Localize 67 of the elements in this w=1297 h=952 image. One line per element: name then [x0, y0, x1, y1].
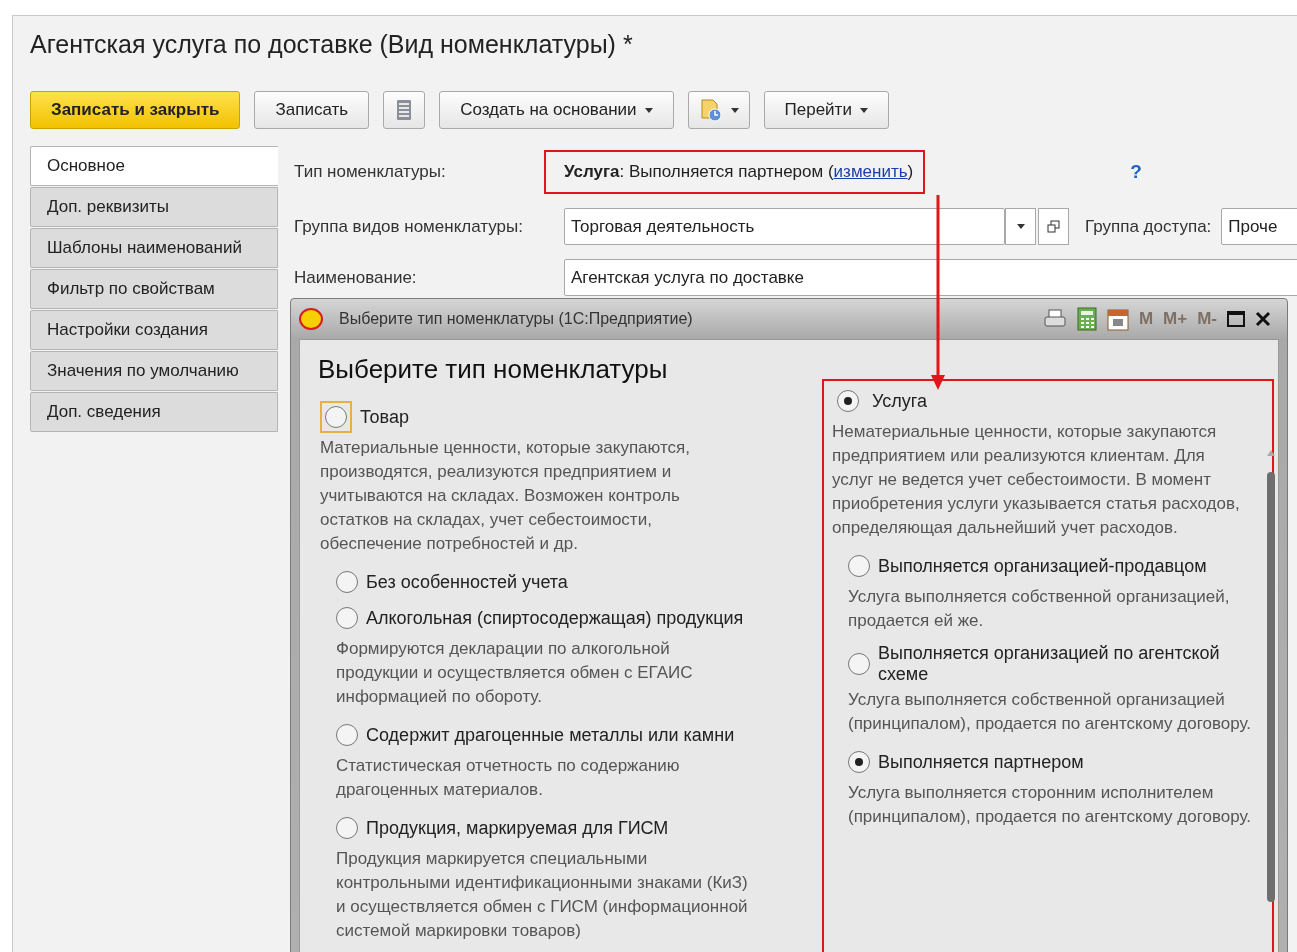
group-field[interactable]: Торговая деятельность	[564, 208, 1005, 245]
save-close-button[interactable]: Записать и закрыть	[30, 91, 241, 129]
open-window-icon	[1047, 220, 1060, 233]
radio-option[interactable]: Услуга	[832, 385, 1264, 417]
field-label: Группа видов номенклатуры:	[294, 216, 524, 237]
radio-button[interactable]	[848, 653, 870, 675]
option-description: Нематериальные ценности, которые закупаются предприятием или реализуются клиентам. Для услуг не ведется учет себестоимости. В момент приобретения услуги указывается статья расходов, определяющая дальнейший учет расходов.	[832, 421, 1241, 539]
maximize-icon[interactable]	[1227, 311, 1245, 327]
radio-button[interactable]	[336, 571, 358, 593]
radio-option[interactable]: Выполняется организацией-продавцом	[848, 550, 1264, 582]
item-type-value: Услуга: Выполняется партнером (изменить)	[544, 150, 926, 194]
access-group-field[interactable]: Проче	[1221, 208, 1297, 245]
caret-icon	[859, 107, 868, 113]
radio-option[interactable]: Товар	[320, 401, 796, 433]
open-button[interactable]	[1038, 208, 1069, 245]
change-link[interactable]: изменить	[833, 162, 908, 181]
calculator-icon[interactable]	[1076, 307, 1097, 331]
radio-option[interactable]: Содержит драгоценные металлы или камни	[336, 719, 796, 751]
form-tab[interactable]: Доп. реквизиты	[30, 187, 278, 227]
radio-button[interactable]	[848, 751, 870, 773]
dropdown-button[interactable]	[1005, 208, 1036, 245]
radio-option[interactable]: Без особенностей учета	[336, 566, 796, 598]
app-logo-icon	[299, 308, 323, 330]
option-description: Услуга выполняется собственной организацией (принципалом), продается по агентскому договору.	[848, 689, 1252, 735]
option-description: Услуга выполняется сторонним исполнителем (принципалом), продается по агентскому договору.	[848, 782, 1252, 828]
list-button[interactable]	[383, 91, 426, 129]
radio-button[interactable]	[837, 390, 859, 412]
field-label: Тип номенклатуры:	[294, 162, 447, 182]
form-tab[interactable]: Шаблоны наименований	[30, 228, 278, 268]
form-tab[interactable]: Значения по умолчанию	[30, 351, 278, 391]
close-icon[interactable]	[1255, 311, 1271, 327]
option-description: Продукция маркируется специальными контрольными идентификационными знаками (КиЗ) и осуществляется обмен с ГИСМ (информационной системой маркировки товаров)	[336, 848, 748, 942]
dropdown-button[interactable]: Создать на основании	[439, 91, 674, 129]
name-field[interactable]: Агентская услуга по доставке	[564, 259, 1297, 296]
radio-button[interactable]	[336, 724, 358, 746]
radio-button[interactable]	[336, 607, 358, 629]
dialog-title: Выберите тип номенклатуры (1С:Предприятие)	[339, 310, 694, 328]
field-label: Наименование:	[294, 267, 418, 288]
save-button[interactable]: Записать	[254, 91, 370, 129]
radio-button[interactable]	[336, 817, 358, 839]
caret-icon	[644, 107, 653, 113]
radio-button[interactable]	[325, 406, 347, 428]
radio-option[interactable]: Выполняется организацией по агентской схеме	[848, 643, 1264, 685]
radio-option[interactable]: Продукция, маркируемая для ГИСМ	[336, 812, 796, 844]
window-title: Агентская услуга по доставке (Вид номенклатуры) *	[30, 30, 634, 60]
document-menu-button[interactable]	[687, 91, 750, 129]
form-tab[interactable]: Доп. сведения	[30, 392, 278, 432]
option-description: Услуга выполняется собственной организацией, продается ей же.	[848, 586, 1231, 632]
print-icon[interactable]	[1042, 308, 1067, 330]
option-description: Статистическая отчетность по содержанию драгоценных материалов.	[336, 755, 681, 801]
list-icon	[396, 99, 413, 121]
field-label: Группа доступа:	[1085, 216, 1212, 237]
help-link[interactable]: ?	[1130, 161, 1142, 183]
radio-option[interactable]: Выполняется партнером	[848, 746, 1264, 778]
radio-option[interactable]: Алкогольная (спиртосодержащая) продукция	[336, 602, 796, 634]
form-tab[interactable]: Фильтр по свойствам	[30, 269, 278, 309]
caret-icon	[1016, 224, 1025, 229]
document-clock-icon	[698, 98, 723, 122]
form-tab[interactable]: Основное	[30, 146, 278, 186]
caret-icon	[730, 107, 739, 113]
option-description: Материальные ценности, которые закупаются, производятся, реализуются предприятием и учитываются на складах. Возможен контроль остатков на складах, учет себестоимости, обеспечение потребностей и др.	[320, 437, 691, 555]
form-tab[interactable]: Настройки создания	[30, 310, 278, 350]
dropdown-button[interactable]: Перейти	[763, 91, 889, 129]
calendar-icon[interactable]	[1106, 307, 1129, 331]
radio-button[interactable]	[848, 555, 870, 577]
option-description: Формируются декларации по алкогольной продукции и осуществляется обмен с ЕГАИС информацией по обороту.	[336, 638, 694, 708]
dialog-heading: Выберите тип номенклатуры	[318, 354, 669, 385]
